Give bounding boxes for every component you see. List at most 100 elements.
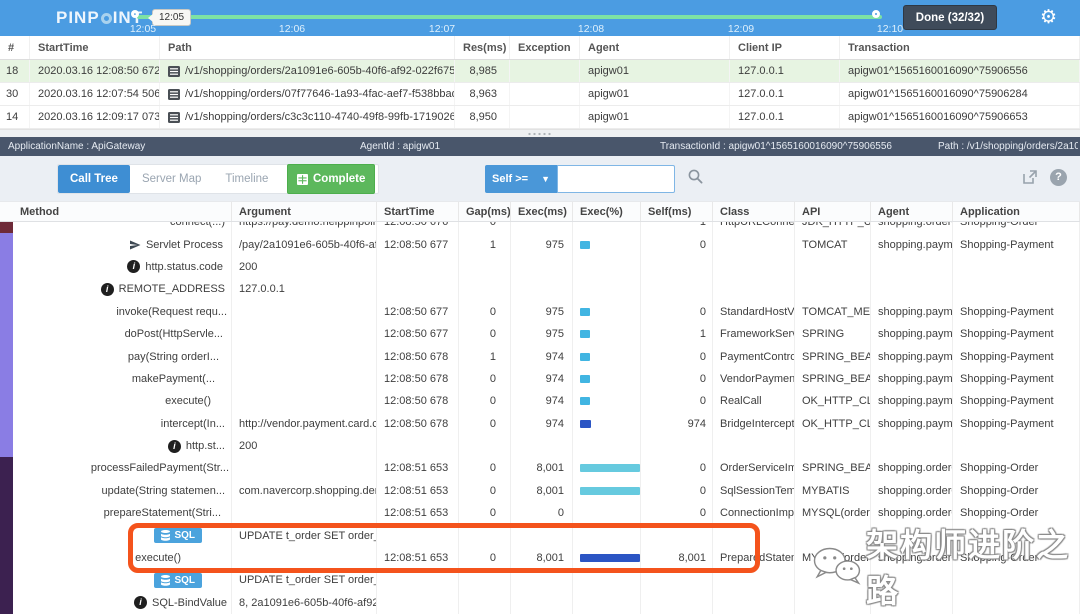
tree-cell-self: 1 bbox=[641, 322, 713, 346]
timeline-track[interactable] bbox=[137, 15, 882, 19]
tree-cell-bar bbox=[573, 457, 641, 480]
tree-row[interactable]: i SQL-BindValue 8, 2a1091e6-605b-40f6-af92… bbox=[0, 591, 1080, 614]
method-name: invoke(Request requ... bbox=[116, 305, 227, 318]
tab-call-tree[interactable]: Call Tree bbox=[58, 165, 130, 193]
agent-color-strip bbox=[0, 345, 13, 368]
logo-text-left: PINP bbox=[56, 8, 100, 27]
info-application-name: ApplicationName : ApiGateway bbox=[8, 141, 146, 152]
tree-cell-method: i http.status.code bbox=[13, 255, 232, 279]
tree-cell-agent: shopping.payme... bbox=[871, 367, 953, 391]
method-name: update(String statemen... bbox=[101, 484, 225, 497]
tree-cell-app: Shopping-Order bbox=[953, 502, 1080, 525]
tree-cell-self: 0 bbox=[641, 457, 713, 480]
settings-gear-icon[interactable]: ⚙ bbox=[1040, 5, 1057, 31]
tree-row[interactable]: invoke(Request requ... 12:08:50 677 0 975 0 S… bbox=[0, 300, 1080, 323]
exec-percent-bar bbox=[580, 554, 640, 563]
tree-cell-bar bbox=[573, 222, 641, 234]
tree-row[interactable]: processFailedPayment(Str... 12:08:51 653 0… bbox=[0, 457, 1080, 480]
tree-row[interactable]: makePayment(... 12:08:50 678 0 974 0 VendorPa… bbox=[0, 367, 1080, 391]
tree-cell-self: 1 bbox=[641, 222, 713, 234]
tree-col-gap-ms: Gap(ms) bbox=[459, 202, 511, 221]
filter-type-dropdown[interactable]: Self >= ▼ bbox=[485, 165, 557, 193]
open-in-new-window-icon[interactable] bbox=[1022, 169, 1038, 190]
tree-row[interactable]: connect(...) https://pay.demo.helppinpoin… bbox=[0, 222, 1080, 234]
help-icon[interactable]: ? bbox=[1050, 169, 1067, 186]
tab-server-map[interactable]: Server Map bbox=[130, 165, 213, 193]
tree-cell-app: Shopping-Order bbox=[953, 546, 1080, 570]
tab-timeline[interactable]: Timeline bbox=[213, 165, 280, 193]
complete-button[interactable]: Complete bbox=[287, 164, 376, 194]
detail-toolbar: Call TreeServer MapTimelineMixed View Co… bbox=[0, 156, 1080, 201]
tree-row[interactable]: Servlet Process/pay/2a1091e6-605b-40f6-a… bbox=[0, 233, 1080, 256]
method-name: http.st... bbox=[185, 440, 225, 453]
txn-col-[interactable]: # bbox=[0, 36, 30, 59]
txn-col-res-ms[interactable]: Res(ms) bbox=[455, 36, 510, 59]
transaction-row[interactable]: 30 2020.03.16 12:07:54 506/v1/shopping/or… bbox=[0, 83, 1080, 106]
method-name: processFailedPayment(Str... bbox=[90, 462, 229, 475]
tree-col-method: Method bbox=[0, 202, 232, 221]
list-icon bbox=[168, 111, 180, 123]
tree-cell-app: Shopping-Payment bbox=[953, 300, 1080, 323]
tree-cell-cls bbox=[713, 569, 795, 592]
method-name: execute() bbox=[135, 552, 181, 565]
tree-row[interactable]: i http.st... 200 bbox=[0, 434, 1080, 458]
transaction-list: # StartTime Path Res(ms) Exception Agent Clien… bbox=[0, 36, 1080, 129]
tree-cell-exec: 8,001 bbox=[511, 479, 573, 503]
sql-badge[interactable]: SQL bbox=[154, 528, 202, 544]
tree-cell-app: Shopping-Payment bbox=[953, 233, 1080, 256]
txn-path-text: /v1/shopping/orders/2a1091e6-605b-40f6-a… bbox=[185, 64, 455, 77]
method-name: SQL-BindValue bbox=[151, 596, 227, 609]
txn-col-exception[interactable]: Exception bbox=[510, 36, 580, 59]
timeline-handle-left[interactable] bbox=[131, 10, 139, 18]
tree-row[interactable]: SQL UPDATE t_order SET order_stat... bbox=[0, 569, 1080, 592]
tree-row[interactable]: doPost(HttpServle... 12:08:50 677 0 975 1 Fra… bbox=[0, 322, 1080, 346]
tree-cell-bar bbox=[573, 255, 641, 279]
transaction-info-bar: ApplicationName : ApiGateway AgentId : a… bbox=[0, 137, 1080, 156]
transaction-row[interactable]: 18 2020.03.16 12:08:50 672/v1/shopping/or… bbox=[0, 60, 1080, 83]
done-button[interactable]: Done (32/32) bbox=[903, 5, 997, 30]
transaction-row[interactable]: 14 2020.03.16 12:09:17 073/v1/shopping/or… bbox=[0, 106, 1080, 129]
tree-cell-start bbox=[377, 434, 459, 458]
timeline-handle-right[interactable] bbox=[872, 10, 880, 18]
tree-cell-self: 0 bbox=[641, 345, 713, 368]
tree-cell-gap: 0 bbox=[459, 300, 511, 323]
tree-row[interactable]: pay(String orderI... 12:08:50 678 1 974 0 Pay… bbox=[0, 345, 1080, 368]
tree-cell-exec: 975 bbox=[511, 322, 573, 346]
tree-cell-self bbox=[641, 524, 713, 547]
txn-col-client-ip[interactable]: Client IP bbox=[730, 36, 840, 59]
tree-cell-api: SPRING_BEAN bbox=[795, 367, 871, 391]
tree-row[interactable]: update(String statemen... com.navercorp.s… bbox=[0, 479, 1080, 503]
sql-badge[interactable]: SQL bbox=[154, 572, 202, 588]
tree-cell-exec bbox=[511, 591, 573, 614]
tree-cell-agent: shopping.order01 bbox=[871, 546, 953, 570]
tree-cell-app bbox=[953, 591, 1080, 614]
search-icon[interactable] bbox=[688, 169, 703, 189]
exec-percent-bar bbox=[580, 374, 590, 383]
txn-col-path[interactable]: Path bbox=[160, 36, 455, 59]
txn-col-agent[interactable]: Agent bbox=[580, 36, 730, 59]
tree-cell-argument: UPDATE t_order SET order_stat... bbox=[232, 524, 377, 547]
txn-col-transaction[interactable]: Transaction bbox=[840, 36, 1080, 59]
tree-cell-argument: http://vendor.payment.card.co... bbox=[232, 412, 377, 435]
tree-row[interactable]: execute() 12:08:51 653 0 8,001 8,001 Prepared… bbox=[0, 546, 1080, 570]
splitter-handle[interactable] bbox=[0, 129, 1080, 137]
tree-cell-start: 12:08:50 678 bbox=[377, 367, 459, 391]
txn-col-starttime[interactable]: StartTime bbox=[30, 36, 160, 59]
tree-row[interactable]: i http.status.code 200 bbox=[0, 255, 1080, 279]
tree-cell-agent: shopping.payme... bbox=[871, 300, 953, 323]
tree-row[interactable]: prepareStatement(Stri... 12:08:51 653 0 0 0 C… bbox=[0, 502, 1080, 525]
complete-button-label: Complete bbox=[313, 173, 366, 185]
tree-cell-bar bbox=[573, 390, 641, 413]
txn-cell-path: /v1/shopping/orders/c3c3c110-4740-49f8-9… bbox=[160, 106, 455, 128]
search-input[interactable] bbox=[557, 165, 675, 193]
tree-cell-app: Shopping-Payment bbox=[953, 412, 1080, 435]
pinpoint-transaction-view: PINP INT 12:05 12:05 12:06 12:07 12:08 12:09 1… bbox=[0, 0, 1080, 614]
agent-color-strip bbox=[0, 524, 13, 547]
tree-row[interactable]: intercept(In... http://vendor.payment.car… bbox=[0, 412, 1080, 435]
tree-row[interactable]: SQL UPDATE t_order SET order_stat... bbox=[0, 524, 1080, 547]
tree-row[interactable]: execute() 12:08:50 678 0 974 0 RealCall OK_HTT… bbox=[0, 390, 1080, 413]
tree-cell-exec: 8,001 bbox=[511, 546, 573, 570]
top-header: PINP INT 12:05 12:05 12:06 12:07 12:08 12:09 1… bbox=[0, 0, 1080, 36]
tree-row[interactable]: i REMOTE_ADDRESS 127.0.0.1 bbox=[0, 278, 1080, 301]
tree-col-exec: Exec(%) bbox=[573, 202, 641, 221]
